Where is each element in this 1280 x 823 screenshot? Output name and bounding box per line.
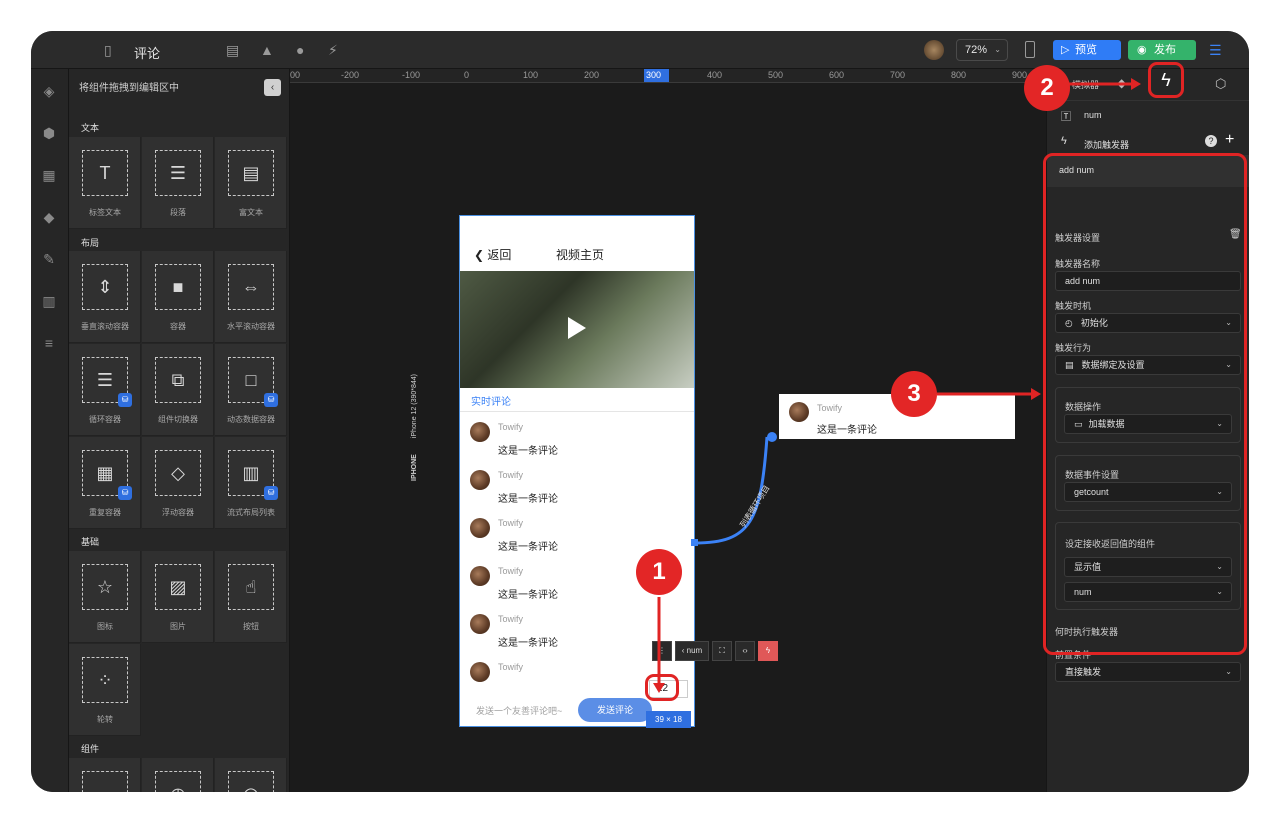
annotation-marker-3: 3 [891, 371, 937, 417]
app-window: ▯ 评论 ▤ ▲ ● ⚡ 72% ⌄ ▷ 预览 ◉ 发布 ☰ ◈ ⬢ ▦ ◆ ✎ ▥ … [31, 31, 1249, 792]
annotation-marker-1: 1 [636, 549, 682, 595]
annotation-arrows [653, 78, 1141, 693]
annotation-marker-2: 2 [1024, 65, 1070, 111]
